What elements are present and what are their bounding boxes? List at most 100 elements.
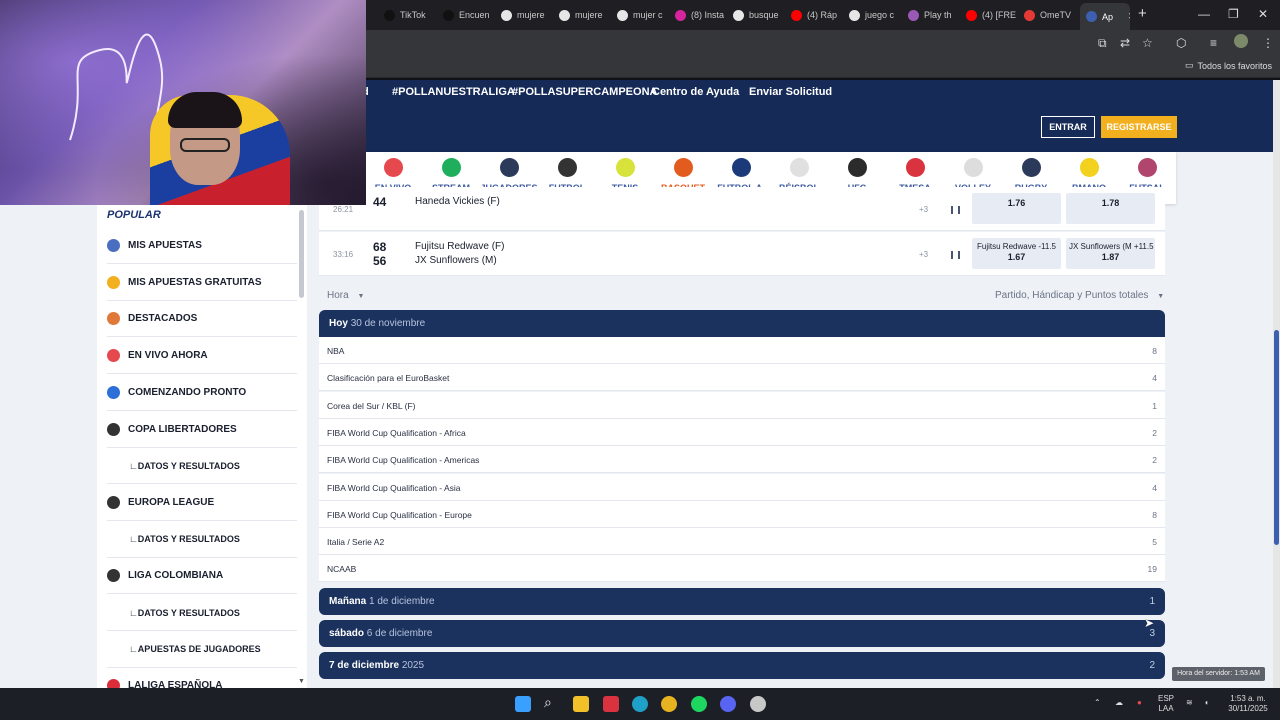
browser-tab[interactable]: mujer c xyxy=(611,4,667,26)
league-row[interactable]: NBA 8 xyxy=(319,337,1165,364)
clock-date: 30/11/2025 xyxy=(1228,704,1268,713)
sidebar-scrollbar-thumb[interactable] xyxy=(299,210,304,298)
sort-dropdown[interactable]: Hora ▼ xyxy=(327,290,364,301)
team-home: Fujitsu Redwave (F) xyxy=(415,241,505,252)
day-date: 2025 xyxy=(401,659,425,671)
odd-button-home[interactable]: 1.76 xyxy=(972,193,1061,224)
sidebar-item[interactable]: ∟APUESTAS DE JUGADORES xyxy=(107,632,297,668)
new-tab-button[interactable]: + xyxy=(1138,5,1147,22)
browser-tab[interactable]: Encuen xyxy=(437,4,493,26)
more-markets-link[interactable]: +3 xyxy=(919,250,928,259)
nav-link-send-request[interactable]: Enviar Solicitud xyxy=(749,86,832,98)
nav-link-polla-super-campeona[interactable]: #POLLASUPERCAMPEONA xyxy=(512,86,657,98)
day-name: Hoy xyxy=(329,318,348,329)
league-row[interactable]: Clasificación para el EuroBasket 4 xyxy=(319,364,1165,392)
chrome-menu-icon[interactable]: ⋮ xyxy=(1262,36,1274,50)
extensions-icon[interactable]: ⬡ xyxy=(1176,36,1186,50)
day-header[interactable]: Mañana 1 de diciembre 1 xyxy=(319,587,1165,615)
language-top: ESP xyxy=(1158,694,1175,703)
bookmark-star-icon[interactable]: ☆ xyxy=(1142,36,1153,50)
tab-favicon-icon xyxy=(791,9,802,21)
league-row[interactable]: FIBA World Cup Qualification - Europe 8 xyxy=(319,500,1165,528)
more-markets-link[interactable]: +3 xyxy=(919,205,928,214)
stats-icon[interactable] xyxy=(951,206,960,214)
browser-tab[interactable]: juego c xyxy=(843,4,899,26)
browser-tab[interactable]: mujere xyxy=(495,4,551,26)
language-indicator[interactable]: ESP LAA xyxy=(1158,694,1174,714)
steam-icon[interactable] xyxy=(750,696,766,712)
browser-tab[interactable]: (8) Insta xyxy=(669,4,725,26)
league-row[interactable]: Corea del Sur / KBL (F) 1 xyxy=(319,391,1165,419)
windows-start-icon[interactable] xyxy=(515,696,531,712)
browser-tab[interactable]: mujere xyxy=(553,4,609,26)
sidebar-item[interactable]: EUROPA LEAGUE xyxy=(107,485,297,521)
day-header[interactable]: Hoy 30 de noviembre xyxy=(319,310,1165,337)
league-row[interactable]: Italia / Serie A2 5 xyxy=(319,528,1165,556)
close-tab-icon[interactable]: ✕ xyxy=(1128,11,1130,22)
media-controls-icon[interactable]: ≡ xyxy=(1210,36,1217,50)
sidebar-scroll-down-icon[interactable]: ▼ xyxy=(298,678,305,685)
file-explorer-icon[interactable] xyxy=(573,696,589,712)
sidebar-item[interactable]: ∟DATOS Y RESULTADOS xyxy=(107,448,297,485)
close-window-icon[interactable]: ✕ xyxy=(1258,7,1268,21)
odd-button-away[interactable]: JX Sunflowers (M +11.5 1.87 xyxy=(1066,238,1155,269)
day-header[interactable]: sábado 6 de diciembre 3 xyxy=(319,619,1165,647)
clock[interactable]: 1:53 a. m. 30/11/2025 xyxy=(1220,694,1276,714)
stats-icon[interactable] xyxy=(951,251,960,259)
league-row[interactable]: FIBA World Cup Qualification - Africa 2 xyxy=(319,418,1165,446)
browser-tab[interactable]: busque xyxy=(727,4,783,26)
sidebar-item[interactable]: ∟DATOS Y RESULTADOS xyxy=(107,522,297,558)
sidebar-item[interactable]: COMENZANDO PRONTO xyxy=(107,375,297,411)
live-match-row[interactable]: 26:21 44 Haneda Vickies (F) +3 1.76 1.78 xyxy=(319,187,1165,231)
league-row[interactable]: FIBA World Cup Qualification - Asia 4 xyxy=(319,473,1165,501)
browser-tab[interactable]: (4) Ráp xyxy=(785,4,841,26)
all-bookmarks-button[interactable]: ▭ Todos los favoritos xyxy=(1185,60,1272,71)
futsal-icon xyxy=(1137,158,1157,177)
day-label: Mañana 1 de diciembre xyxy=(329,596,435,607)
tray-expand-icon[interactable]: ⌃ xyxy=(1094,698,1101,708)
install-app-icon[interactable]: ⧉ xyxy=(1098,36,1107,51)
profile-avatar[interactable] xyxy=(1234,34,1248,48)
market-dropdown[interactable]: Partido, Hándicap y Puntos totales ▼ xyxy=(995,290,1164,301)
page-scrollbar-thumb[interactable] xyxy=(1274,330,1279,545)
app-icon[interactable] xyxy=(603,696,619,712)
league-event-count: 4 xyxy=(1152,482,1157,493)
nav-link-polla-nuestra-liga[interactable]: #POLLANUESTRALIGA xyxy=(392,86,515,98)
tab-favicon-icon xyxy=(1024,9,1035,21)
edge-icon[interactable] xyxy=(632,696,648,712)
sidebar-item[interactable]: COPA LIBERTADORES xyxy=(107,412,297,448)
soccer-ball-icon xyxy=(107,422,120,436)
browser-tab[interactable]: Ap ✕ xyxy=(1080,3,1130,30)
search-icon[interactable]: ⌕ xyxy=(544,694,560,710)
live-match-row[interactable]: 33:16 68 56 Fujitsu Redwave (F) JX Sunflower… xyxy=(319,232,1165,276)
translate-icon[interactable]: ⇄ xyxy=(1120,36,1130,50)
league-row[interactable]: FIBA World Cup Qualification - Americas 2 xyxy=(319,446,1165,474)
volume-icon[interactable]: ◖ xyxy=(1204,698,1209,708)
minimize-icon[interactable]: — xyxy=(1198,7,1210,21)
league-row[interactable]: NCAAB 19 xyxy=(319,555,1165,583)
day-header[interactable]: 7 de diciembre 2025 2 xyxy=(319,651,1165,679)
tab-label: juego c xyxy=(865,10,895,20)
wifi-icon[interactable]: ≋ xyxy=(1186,698,1193,708)
spotify-icon[interactable] xyxy=(691,696,707,712)
odd-button-away[interactable]: 1.78 xyxy=(1066,193,1155,224)
login-button[interactable]: ENTRAR xyxy=(1041,116,1095,138)
sidebar-item[interactable]: EN VIVO AHORA xyxy=(107,338,297,375)
sidebar-item[interactable]: ∟DATOS Y RESULTADOS xyxy=(107,595,297,631)
browser-tab[interactable]: OmeTV xyxy=(1018,4,1074,26)
chrome-icon[interactable] xyxy=(661,696,677,712)
register-button[interactable]: REGISTRARSE xyxy=(1101,116,1177,138)
browser-tab[interactable]: TikTok xyxy=(378,4,434,26)
browser-tab[interactable]: Play th xyxy=(902,4,958,26)
nav-link-help-center[interactable]: Centro de Ayuda xyxy=(652,86,739,98)
sidebar-item[interactable]: MIS APUESTAS GRATUITAS xyxy=(107,265,297,301)
sidebar-item[interactable]: MIS APUESTAS xyxy=(107,228,297,264)
discord-icon[interactable] xyxy=(720,696,736,712)
microphone-icon[interactable]: ● xyxy=(1137,698,1142,708)
odd-button-home[interactable]: Fujitsu Redwave -11.5 1.67 xyxy=(972,238,1061,269)
browser-tab[interactable]: (4) [FRE xyxy=(960,4,1016,26)
cloud-icon[interactable]: ☁ xyxy=(1115,698,1123,708)
sidebar-item[interactable]: LIGA COLOMBIANA xyxy=(107,558,297,595)
maximize-icon[interactable]: ❐ xyxy=(1228,7,1239,21)
sidebar-item[interactable]: DESTACADOS xyxy=(107,301,297,338)
